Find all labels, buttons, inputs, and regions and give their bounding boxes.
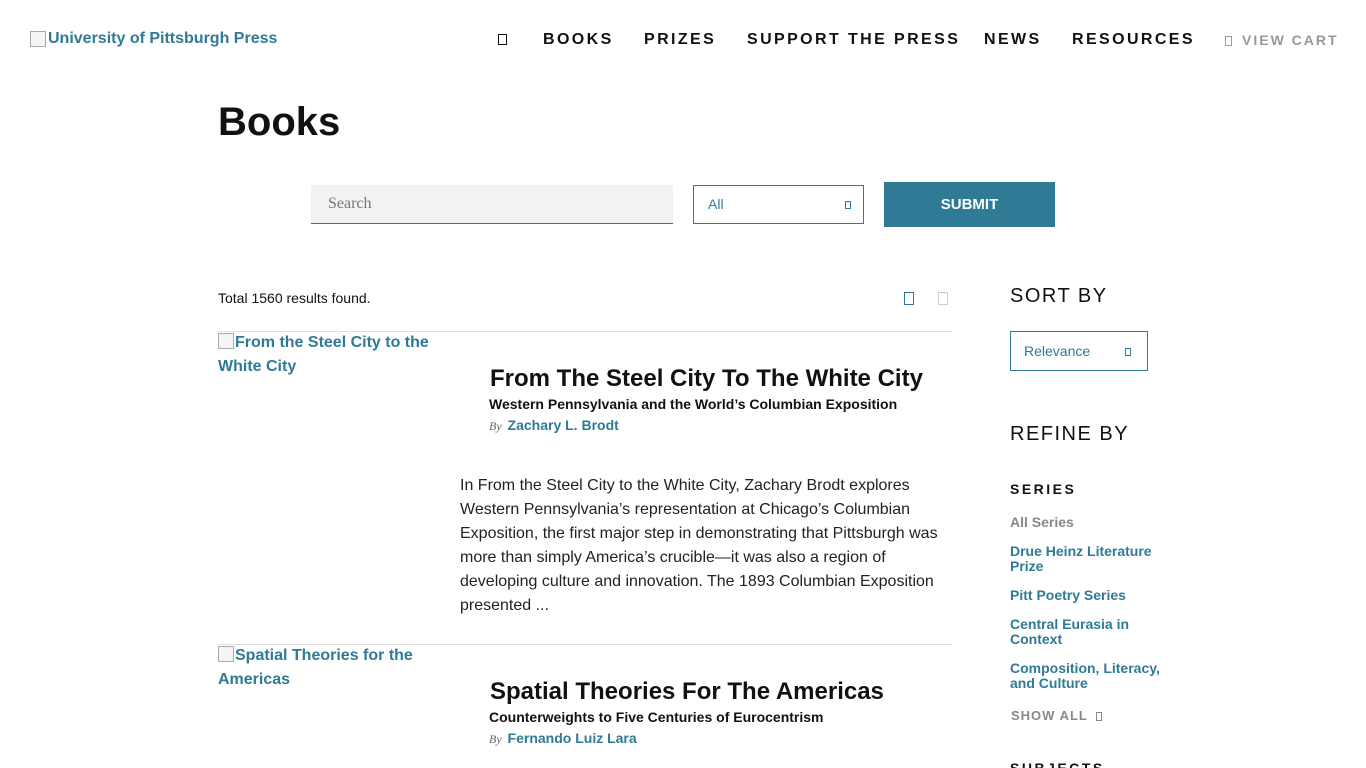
book-cover-image[interactable]: Spatial Theories for the Americas <box>218 644 448 692</box>
submit-button[interactable]: SUBMIT <box>884 182 1055 227</box>
view-cart-label: View Cart <box>1242 32 1339 48</box>
by-label: By <box>489 419 502 433</box>
broken-image-icon <box>218 646 234 662</box>
chevron-down-icon <box>1125 348 1131 356</box>
book-description: In From the Steel City to the White City… <box>460 477 938 614</box>
grid-view-icon[interactable] <box>938 292 948 305</box>
page-title: Books <box>218 100 341 144</box>
book-cover-alt: From the Steel City to the White City <box>218 334 429 375</box>
nav-resources[interactable]: Resources <box>1072 30 1195 50</box>
series-filter-item[interactable]: Drue Heinz Literature Prize <box>1010 544 1160 574</box>
type-select[interactable]: All <box>693 185 864 224</box>
series-filter-item[interactable]: Pitt Poetry Series <box>1010 588 1160 603</box>
book-cover-image[interactable]: From the Steel City to the White City <box>218 331 448 379</box>
by-label: By <box>489 732 502 746</box>
nav-prizes[interactable]: Prizes <box>644 30 716 50</box>
main-nav: Books Prizes Support the Press News Reso… <box>0 30 1366 50</box>
author-link[interactable]: Fernando Luiz Lara <box>508 730 637 746</box>
series-filter-all[interactable]: All Series <box>1010 515 1160 530</box>
series-filter-item[interactable]: Central Eurasia in Context <box>1010 617 1160 647</box>
series-filter-item[interactable]: Composition, Literacy, and Culture <box>1010 661 1160 691</box>
view-cart-link[interactable]: View Cart <box>1225 30 1339 50</box>
nav-books[interactable]: Books <box>543 30 614 50</box>
nav-news[interactable]: News <box>984 30 1042 50</box>
chevron-down-icon <box>1095 712 1102 721</box>
sort-select[interactable]: Relevance <box>1010 331 1148 371</box>
sort-select-value: Relevance <box>1024 343 1091 359</box>
book-title[interactable]: From The Steel City To The White City <box>490 365 923 393</box>
type-select-value: All <box>708 196 724 212</box>
refine-by-heading: REFINE BY <box>1010 423 1130 445</box>
nav-support-the-press[interactable]: Support the Press <box>747 30 960 50</box>
show-all-label: SHOW ALL <box>1011 708 1088 723</box>
book-author: By Fernando Luiz Lara <box>489 730 637 747</box>
series-heading: SERIES <box>1010 481 1077 497</box>
subjects-heading: SUBJECTS <box>1010 760 1105 768</box>
search-input[interactable] <box>311 185 673 224</box>
book-subtitle: Western Pennsylvania and the World’s Col… <box>489 396 898 412</box>
list-view-icon[interactable] <box>904 292 914 305</box>
broken-image-icon <box>218 333 234 349</box>
author-link[interactable]: Zachary L. Brodt <box>508 417 619 433</box>
results-count: Total 1560 results found. <box>218 290 371 306</box>
book-title[interactable]: Spatial Theories For The Americas <box>490 678 884 706</box>
show-all-button[interactable]: SHOW ALL <box>1011 708 1102 723</box>
book-subtitle: Counterweights to Five Centuries of Euro… <box>489 709 824 725</box>
sort-by-heading: SORT BY <box>1010 285 1108 307</box>
book-cover-alt: Spatial Theories for the Americas <box>218 647 413 688</box>
search-icon[interactable] <box>498 34 507 45</box>
chevron-down-icon <box>845 201 851 209</box>
book-author: By Zachary L. Brodt <box>489 417 619 434</box>
cart-icon <box>1225 36 1232 46</box>
